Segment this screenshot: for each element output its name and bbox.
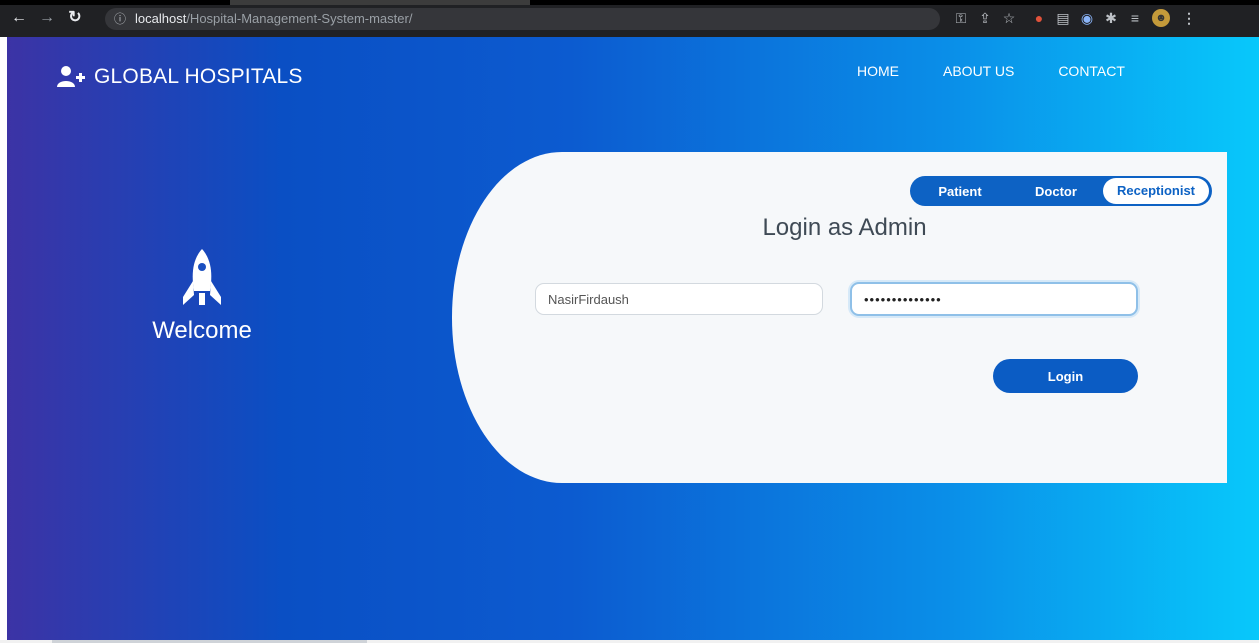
rocket-icon [177, 247, 227, 309]
top-nav: HOME ABOUT US CONTACT [857, 63, 1169, 79]
role-switcher: Patient Doctor Receptionist [910, 176, 1212, 206]
forward-icon[interactable]: → [38, 9, 56, 27]
extension-icon[interactable]: ◉ [1078, 9, 1096, 27]
reading-list-icon[interactable]: ≡ [1126, 9, 1144, 27]
login-heading: Login as Admin [762, 214, 927, 241]
browser-toolbar: ← → ↻ ⓘ localhost/Hospital-Management-Sy… [0, 0, 1259, 37]
nav-home[interactable]: HOME [857, 63, 899, 79]
info-icon[interactable]: ⓘ [114, 8, 126, 30]
address-bar[interactable]: ⓘ localhost/Hospital-Management-System-m… [105, 8, 940, 30]
url-path: /Hospital-Management-System-master/ [186, 11, 413, 26]
nav-about-us[interactable]: ABOUT US [943, 63, 1014, 79]
hero-background: GLOBAL HOSPITALS HOME ABOUT US CONTACT W… [7, 37, 1259, 640]
username-input[interactable] [535, 283, 823, 315]
user-plus-icon [56, 65, 86, 89]
active-tab[interactable] [230, 0, 530, 5]
welcome-panel: Welcome [117, 247, 287, 345]
tab-patient[interactable]: Patient [910, 184, 1010, 199]
password-input[interactable] [850, 282, 1138, 316]
extension-icon[interactable]: ● [1030, 9, 1048, 27]
welcome-text: Welcome [152, 317, 252, 344]
puzzle-icon[interactable]: ✱ [1102, 9, 1120, 27]
brand[interactable]: GLOBAL HOSPITALS [56, 65, 303, 89]
back-icon[interactable]: ← [10, 9, 28, 27]
extension-icon[interactable]: ▤ [1054, 9, 1072, 27]
menu-icon[interactable]: ⋮ [1180, 9, 1198, 27]
nav-contact[interactable]: CONTACT [1058, 63, 1125, 79]
login-card: Patient Doctor Receptionist Login as Adm… [452, 152, 1227, 483]
tab-strip [0, 0, 1259, 5]
share-icon[interactable]: ⇪ [976, 9, 994, 27]
reload-icon[interactable]: ↻ [66, 9, 84, 27]
login-button[interactable]: Login [993, 359, 1138, 393]
key-icon[interactable]: ⚿ [952, 9, 970, 27]
tab-doctor[interactable]: Doctor [1010, 184, 1102, 199]
tab-receptionist[interactable]: Receptionist [1103, 178, 1209, 204]
brand-title: GLOBAL HOSPITALS [94, 65, 303, 88]
profile-icon[interactable]: ☻ [1152, 9, 1170, 27]
star-icon[interactable]: ☆ [1000, 9, 1018, 27]
url-host: localhost [135, 11, 187, 26]
url-text: localhost/Hospital-Management-System-mas… [135, 8, 412, 30]
